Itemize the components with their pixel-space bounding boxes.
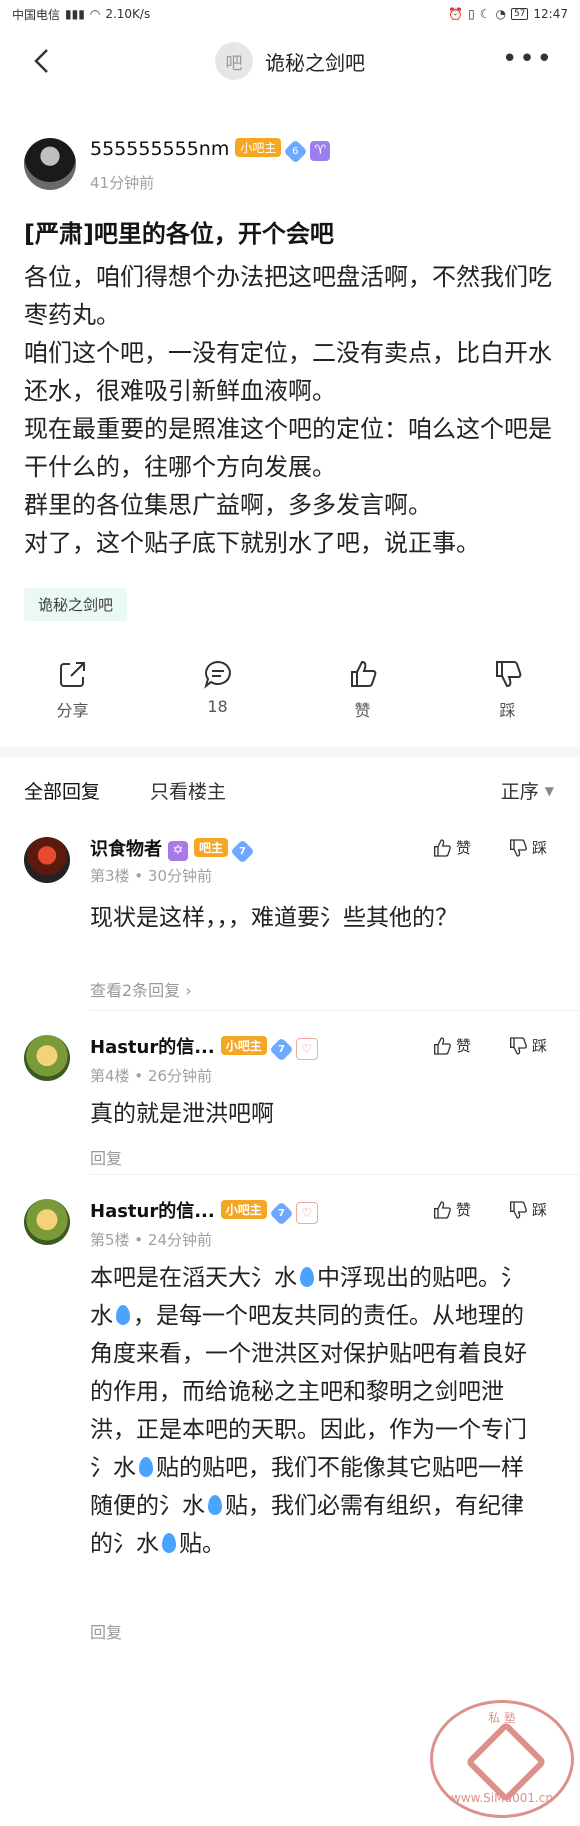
reply-meta: 第3楼 • 30分钟前 (90, 867, 213, 885)
wifi-icon: ◠ (89, 7, 101, 21)
moderator-badge: 小吧主 (235, 138, 282, 157)
reply-dislike-button[interactable]: 踩 (508, 1035, 547, 1056)
moderator-badge: 小吧主 (220, 1036, 267, 1055)
moderator-badge: 小吧主 (220, 1200, 267, 1219)
comment-icon (203, 660, 231, 689)
sort-dropdown[interactable]: 正序 ▼ (501, 777, 554, 804)
reply-like-button[interactable]: 赞 (432, 1199, 471, 1220)
reply-author-name: Hastur的信... (90, 1037, 215, 1058)
network-speed: 2.10K/s (105, 7, 151, 21)
watermark-stamp: 私 塾 www.SiMu001.cn (430, 1700, 574, 1818)
alarm-icon: ⏰ (448, 7, 464, 21)
status-time: 12:47 (533, 7, 568, 21)
moon-icon: ☾ (479, 7, 491, 21)
post-author-row: 555555555nm 小吧主 6 ♈ 41分钟前 (0, 128, 580, 208)
battery-icon: 57 (510, 8, 529, 20)
star-badge-icon: ✡ (168, 841, 188, 861)
reply-avatar[interactable] (24, 1199, 70, 1245)
status-bar: 中国电信 ▮▮▮ ◠ 2.10K/s ⏰ ▯ ☾ ◔ 57 12:47 (0, 0, 580, 28)
vibrate-icon: ▯ (468, 7, 475, 21)
aries-zodiac-icon: ♈ (310, 141, 331, 161)
reply-button[interactable]: 回复 (90, 1145, 122, 1169)
thumbs-down-icon (495, 661, 521, 688)
forum-name: 诡秘之剑吧 (265, 50, 365, 75)
thumbs-up-icon (434, 1200, 451, 1219)
share-icon (59, 662, 85, 687)
reply-text: 真的就是泄洪吧啊 (90, 1101, 274, 1127)
back-arrow-icon[interactable] (28, 46, 58, 76)
reply-author-line[interactable]: 识食物者 ✡ 吧主 7 (90, 835, 255, 864)
thumbs-down-icon (510, 838, 527, 857)
level-badge-icon: 7 (269, 1037, 294, 1062)
reply-item: Hastur的信... 小吧主 7 ♡ 第5楼 • 24分钟前 赞 踩 本吧是在滔天大… (0, 1175, 580, 1649)
author-name-line[interactable]: 555555555nm 小吧主 6 ♈ (90, 138, 331, 164)
moderator-badge: 吧主 (194, 838, 229, 857)
reply-author-name: 识食物者 (90, 839, 162, 860)
water-drop-icon (162, 1533, 176, 1553)
share-label: 分享 (56, 701, 89, 720)
thumbs-down-icon (510, 1036, 527, 1055)
reply-tabs: 全部回复 只看楼主 正序 ▼ (0, 757, 580, 821)
top-bar: 吧 诡秘之剑吧 ••• (0, 28, 580, 94)
reply-author-name: Hastur的信... (90, 1201, 215, 1222)
carrier-label: 中国电信 (12, 7, 61, 22)
clock-icon: ◔ (495, 7, 506, 21)
post-title: [严肃]吧里的各位，开个会吧 (24, 220, 334, 248)
watermark-url: www.SiMu001.cn (451, 1791, 553, 1805)
water-drop-icon (300, 1267, 314, 1287)
post-time: 41分钟前 (90, 174, 155, 192)
post-action-bar: 分享 18 赞 踩 (0, 659, 580, 721)
reply-text: 现状是这样，，，难道要氵些其他的？ (90, 905, 458, 931)
reply-like-button[interactable]: 赞 (432, 1035, 471, 1056)
thumbs-up-icon (434, 1036, 451, 1055)
view-sub-replies-link[interactable]: 查看2条回复 › (90, 977, 192, 1001)
dislike-label: 踩 (499, 701, 516, 720)
share-button[interactable]: 分享 (28, 659, 118, 721)
reply-meta: 第5楼 • 24分钟前 (90, 1231, 213, 1249)
reply-meta: 第4楼 • 26分钟前 (90, 1067, 213, 1085)
thumbs-up-icon (350, 660, 376, 687)
caret-down-icon: ▼ (544, 784, 554, 798)
reply-item: Hastur的信... 小吧主 7 ♡ 第4楼 • 26分钟前 赞 踩 真的就是泄洪吧… (0, 1011, 580, 1175)
reply-avatar[interactable] (24, 837, 70, 883)
like-label: 赞 (354, 701, 371, 720)
water-drop-icon (116, 1305, 130, 1325)
comment-button[interactable]: 18 (173, 659, 263, 721)
forum-tag[interactable]: 诡秘之剑吧 (24, 588, 128, 621)
post-body: 各位，咱们得想个办法把这吧盘活啊，不然我们吃枣药丸。 咱们这个吧，一没有定位，二… (24, 263, 552, 557)
reply-author-line[interactable]: Hastur的信... 小吧主 7 ♡ (90, 1033, 318, 1062)
water-drop-icon (208, 1495, 222, 1515)
water-drop-icon (139, 1457, 153, 1477)
tab-all-replies[interactable]: 全部回复 (24, 777, 100, 804)
heart-badge-icon: ♡ (295, 1038, 318, 1060)
reply-dislike-button[interactable]: 踩 (508, 1199, 547, 1220)
reply-like-button[interactable]: 赞 (432, 837, 471, 858)
forum-header[interactable]: 吧 诡秘之剑吧 (0, 28, 580, 94)
reply-author-line[interactable]: Hastur的信... 小吧主 7 ♡ (90, 1197, 318, 1226)
like-button[interactable]: 赞 (318, 659, 408, 721)
comment-count: 18 (207, 697, 228, 716)
author-avatar[interactable] (24, 138, 76, 190)
level-badge-icon: 7 (230, 839, 255, 864)
thumbs-up-icon (434, 838, 451, 857)
reply-avatar[interactable] (24, 1035, 70, 1081)
forum-avatar: 吧 (215, 42, 253, 80)
sort-label: 正序 (500, 781, 539, 803)
heart-badge-icon: ♡ (295, 1202, 318, 1224)
reply-text: 本吧是在滔天大氵水 中浮现出的贴吧。氵水 ，是每一个吧友共同的责任。从地理的角度来看… (90, 1265, 527, 1557)
reply-button[interactable]: 回复 (90, 1619, 122, 1643)
tab-host-only[interactable]: 只看楼主 (150, 777, 226, 804)
signal-icon: ▮▮▮ (65, 7, 85, 21)
author-name: 555555555nm (90, 138, 230, 160)
section-divider (0, 747, 580, 757)
reply-dislike-button[interactable]: 踩 (508, 837, 547, 858)
level-badge-icon: 6 (283, 139, 308, 164)
thumbs-down-icon (510, 1200, 527, 1219)
dislike-button[interactable]: 踩 (463, 659, 553, 721)
level-badge-icon: 7 (269, 1201, 294, 1226)
more-options-icon[interactable]: ••• (502, 44, 554, 74)
reply-item: 识食物者 ✡ 吧主 7 第3楼 • 30分钟前 赞 踩 现状是这样，，，难道要氵些其他… (0, 821, 580, 1011)
